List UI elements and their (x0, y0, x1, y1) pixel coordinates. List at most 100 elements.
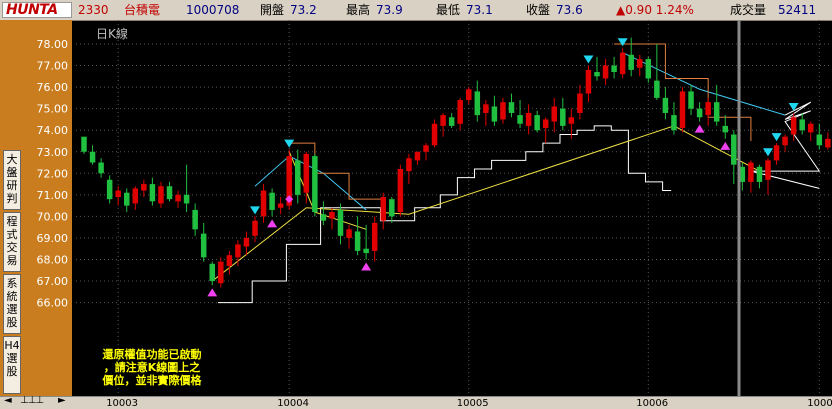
candle-body (568, 117, 575, 124)
high-value: 73.9 (376, 3, 403, 17)
candle-body (235, 244, 241, 258)
candle-body (106, 179, 113, 200)
candle-body (756, 166, 763, 182)
candle-body (713, 102, 720, 122)
notice-line: 還原權值功能已啟動 (102, 348, 202, 361)
candle-body (183, 194, 190, 204)
candle-body (483, 104, 489, 113)
candle-body (500, 102, 506, 120)
top-marker (771, 133, 782, 142)
candle-body (149, 184, 156, 202)
candle-body (269, 192, 275, 210)
candle-body (662, 97, 669, 113)
y-tick-label: 75.00 (37, 103, 69, 116)
x-tick-label: 10004 (277, 398, 309, 408)
x-axis-labels: 10003 10004 10005 10006 10007 (106, 398, 832, 408)
candle-body (141, 184, 147, 191)
y-tick-label: 71.00 (37, 189, 69, 202)
candle-body (192, 209, 198, 230)
candle-body (380, 197, 386, 221)
y-tick-label: 66.00 (37, 297, 69, 310)
y-tick-label: 72.00 (37, 167, 69, 180)
candle-body (782, 136, 788, 146)
candle-body (765, 160, 771, 180)
candle-body (431, 123, 438, 146)
x-tick-label: 10005 (457, 398, 489, 408)
top-marker (617, 38, 628, 47)
volume-value: 52411 (778, 3, 817, 17)
bottom-marker (207, 288, 218, 297)
candle-body (397, 168, 404, 213)
stock-code[interactable]: 2330 (78, 2, 109, 18)
candle-body (329, 212, 335, 219)
candle-body (611, 65, 617, 73)
candle-body (414, 151, 421, 161)
candle-body (816, 134, 823, 146)
high-label: 最高 (346, 3, 371, 17)
candle-body (295, 160, 301, 195)
candle-body (619, 52, 626, 75)
candle-body (89, 151, 96, 163)
candle-body (773, 145, 780, 161)
y-tick-label: 74.00 (37, 124, 69, 137)
y-tick-label: 70.00 (37, 210, 69, 223)
bottom-marker (267, 219, 278, 228)
y-tick-label: 77.00 (37, 60, 69, 73)
candle-body (790, 117, 797, 135)
candle-body (440, 115, 446, 126)
candle-body (517, 115, 523, 124)
candle-body (825, 138, 831, 148)
candle-body (346, 229, 352, 238)
change-value: ▲0.90 1.24% (616, 3, 694, 17)
candle-body (98, 162, 104, 174)
y-tick-label: 67.00 (37, 275, 69, 288)
candle-body (679, 91, 686, 129)
quote-header: HUNTA 2330 台積電 1000708 開盤 73.2 最高 73.9 最… (0, 0, 832, 21)
candle-body (448, 117, 455, 126)
stop-loss-line (289, 142, 384, 213)
grid (76, 20, 832, 396)
candle-body (645, 59, 652, 79)
stop-line (218, 125, 672, 304)
candle-body (226, 255, 233, 266)
candle-body (243, 237, 250, 247)
y-axis-labels: 66.00 67.00 68.00 69.00 70.00 71.00 72.00 73.00… (37, 38, 69, 310)
candle-body (354, 231, 361, 251)
candle-body (474, 91, 481, 116)
candle-body (748, 162, 754, 182)
volume-label: 成交量 (730, 3, 767, 17)
candle-body (260, 190, 267, 217)
header-number: 1000708 (186, 3, 240, 17)
candle-body (303, 153, 310, 193)
candle-body (457, 100, 463, 124)
candle-body (731, 134, 737, 165)
candle-body (654, 80, 660, 98)
candle-body (542, 119, 549, 129)
candle-body (534, 115, 540, 131)
candle-body (337, 209, 344, 236)
y-tick-label: 76.00 (37, 81, 69, 94)
candle-body (577, 93, 583, 113)
candle-body (252, 220, 258, 236)
candle-body (115, 190, 121, 198)
y-tick-label: 78.00 (37, 38, 69, 51)
x-tick-label: 10003 (106, 398, 138, 408)
candle-body (628, 54, 634, 70)
y-tick-label: 73.00 (37, 146, 69, 159)
candle-body (423, 145, 429, 152)
candle-body (209, 263, 215, 282)
top-marker (250, 206, 260, 215)
candle-body (389, 199, 395, 217)
stock-name: 台積電 (124, 3, 161, 17)
candle-body (808, 123, 814, 133)
candle-body (705, 102, 711, 116)
candle-body (602, 65, 609, 79)
candle-body (406, 158, 412, 172)
candle-body (277, 203, 284, 208)
candle-body (491, 106, 498, 122)
open-value: 73.2 (290, 3, 317, 17)
bottom-marker (720, 141, 731, 150)
diamond-marker (285, 195, 294, 204)
x-tick-label: 10007 (807, 398, 832, 408)
candle-body (175, 194, 181, 202)
